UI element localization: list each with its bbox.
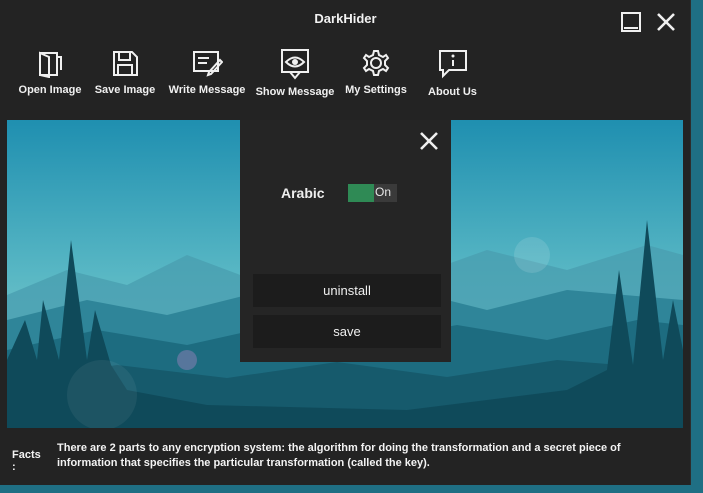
language-toggle[interactable]: On — [348, 184, 397, 202]
toolbar: Open Image Save Image Write Message Show… — [0, 48, 691, 108]
save-button[interactable]: save — [253, 315, 441, 348]
app-window: DarkHider Open Image Save Image Write Me… — [0, 0, 691, 485]
close-window-button[interactable] — [654, 10, 678, 34]
tool-label: Write Message — [168, 84, 246, 96]
write-message-button[interactable]: Write Message — [165, 48, 249, 106]
toggle-state-text: On — [375, 185, 392, 199]
save-icon — [113, 51, 138, 76]
minimize-button[interactable] — [619, 10, 643, 34]
settings-dialog: Arabic On uninstall save — [240, 120, 451, 362]
tool-label: Show Message — [255, 86, 335, 98]
gear-icon — [362, 50, 390, 76]
uninstall-button[interactable]: uninstall — [253, 274, 441, 307]
close-icon — [657, 13, 675, 31]
show-message-button[interactable]: Show Message — [254, 48, 336, 106]
facts-text: There are 2 parts to any encryption syst… — [57, 442, 621, 469]
open-image-icon — [39, 51, 62, 78]
about-us-button[interactable]: About Us — [425, 48, 480, 106]
show-message-icon — [281, 49, 309, 80]
write-message-icon — [193, 51, 223, 77]
close-icon — [420, 132, 438, 150]
tool-label: About Us — [428, 86, 477, 98]
title-bar[interactable]: DarkHider — [0, 0, 691, 40]
tool-label: My Settings — [345, 84, 407, 96]
open-image-button[interactable]: Open Image — [15, 48, 85, 106]
language-label: Arabic — [281, 185, 325, 201]
tool-label: Save Image — [94, 84, 156, 96]
window-title: DarkHider — [314, 11, 377, 26]
dialog-close-button[interactable] — [417, 129, 441, 153]
info-icon — [438, 50, 467, 79]
toggle-knob — [348, 184, 374, 202]
facts-label: Facts : — [12, 449, 41, 473]
minimize-icon — [621, 12, 641, 32]
save-image-button[interactable]: Save Image — [92, 48, 158, 106]
my-settings-button[interactable]: My Settings — [343, 48, 409, 106]
tool-label: Open Image — [18, 84, 82, 96]
